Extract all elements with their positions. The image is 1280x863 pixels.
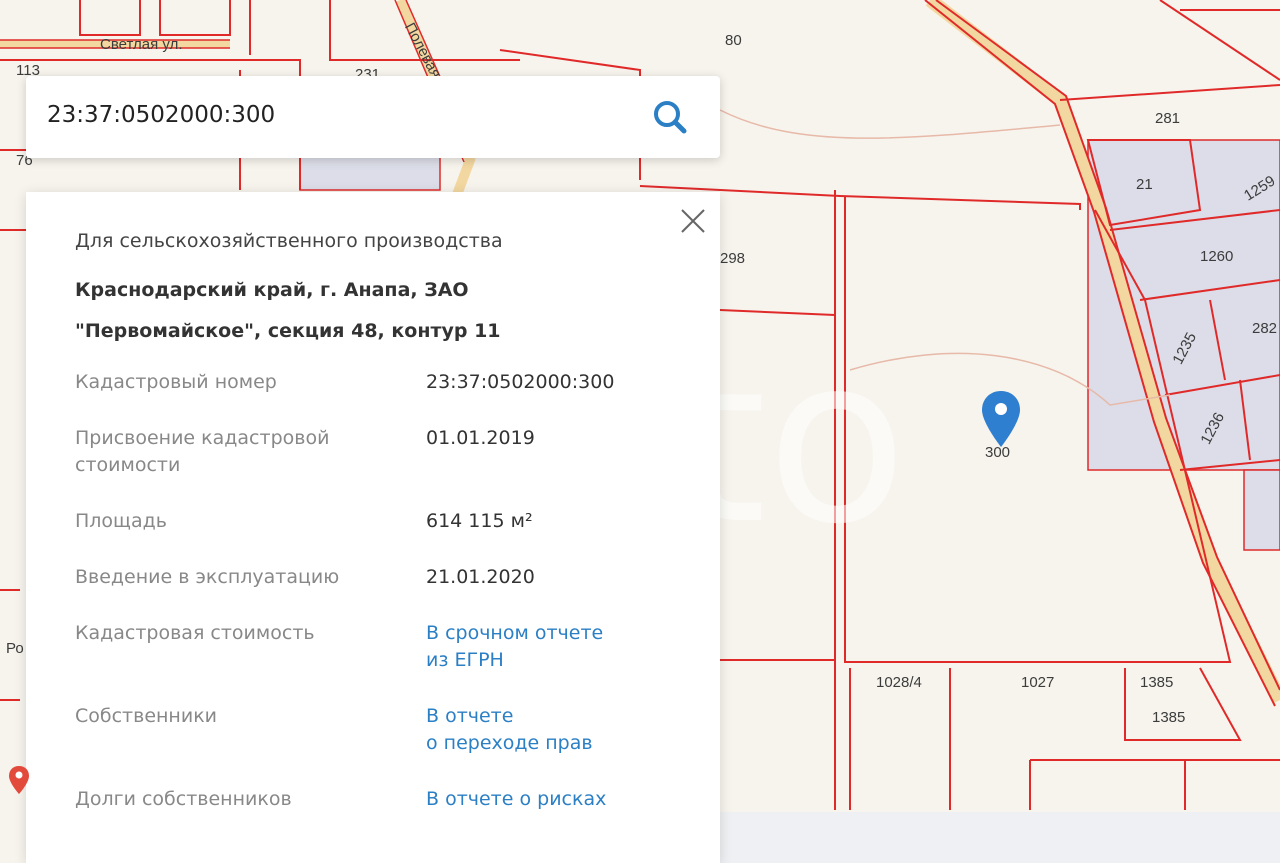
search-box[interactable]: 23:37:0502000:300 bbox=[26, 76, 720, 158]
urgent-report-link[interactable]: В срочном отчете из ЕГРН bbox=[426, 620, 686, 674]
parcel-info-panel: Для сельскохозяйственного производства К… bbox=[26, 192, 720, 863]
row-label: Площадь bbox=[75, 510, 167, 532]
marker-icon[interactable] bbox=[8, 765, 30, 799]
row-label: Присвоение кадастровой стоимости bbox=[75, 425, 395, 479]
land-purpose: Для сельскохозяйственного производства bbox=[75, 230, 503, 252]
link-line[interactable]: из ЕГРН bbox=[426, 647, 686, 674]
close-icon[interactable] bbox=[678, 206, 708, 236]
address-line: Краснодарский край, г. Анапа, ЗАО bbox=[75, 279, 469, 301]
parcel-label: 80 bbox=[725, 32, 742, 49]
cadastral-number-value: 23:37:0502000:300 bbox=[426, 371, 615, 393]
link-line[interactable]: В срочном отчете bbox=[426, 620, 686, 647]
link-line[interactable]: о переходе прав bbox=[426, 730, 686, 757]
parcel-label: 21 bbox=[1136, 176, 1153, 193]
ownership-report-link[interactable]: В отчете о переходе прав bbox=[426, 703, 686, 757]
address-line: "Первомайское", секция 48, контур 11 bbox=[75, 320, 501, 342]
search-icon[interactable] bbox=[651, 98, 689, 136]
parcel-label: 1385 bbox=[1152, 709, 1186, 726]
row-label: Кадастровая стоимость bbox=[75, 622, 315, 644]
link-line[interactable]: В отчете bbox=[426, 703, 686, 730]
parcel-label: 1028/4 bbox=[876, 674, 922, 691]
row-label: Собственники bbox=[75, 705, 218, 727]
row-label: Долги собственников bbox=[75, 788, 292, 810]
valuation-date-value: 01.01.2019 bbox=[426, 427, 535, 449]
parcel-address: Краснодарский край, г. Анапа, ЗАО "Перво… bbox=[75, 270, 635, 352]
row-label: Введение в эксплуатацию bbox=[75, 566, 340, 588]
parcel-label: 1027 bbox=[1021, 674, 1055, 691]
area-value: 614 115 м² bbox=[426, 510, 533, 532]
parcel-label: 281 bbox=[1155, 110, 1181, 127]
bottom-strip bbox=[720, 812, 1280, 863]
street-label: Светлая ул. bbox=[100, 36, 183, 53]
selected-parcel-label: 300 bbox=[985, 444, 1011, 461]
parcel-label: 1385 bbox=[1140, 674, 1174, 691]
search-input[interactable]: 23:37:0502000:300 bbox=[47, 102, 275, 128]
row-label: Кадастровый номер bbox=[75, 371, 277, 393]
risk-report-link[interactable]: В отчете о рисках bbox=[426, 786, 686, 813]
row-label-line: стоимости bbox=[75, 454, 181, 476]
parcel-label: Ро bbox=[6, 640, 24, 657]
commissioning-date-value: 21.01.2020 bbox=[426, 566, 535, 588]
row-label-line: Присвоение кадастровой bbox=[75, 427, 330, 449]
parcel-label: 282 bbox=[1252, 320, 1278, 337]
parcel-label: 298 bbox=[720, 250, 746, 267]
parcel-label: 1260 bbox=[1200, 248, 1234, 265]
